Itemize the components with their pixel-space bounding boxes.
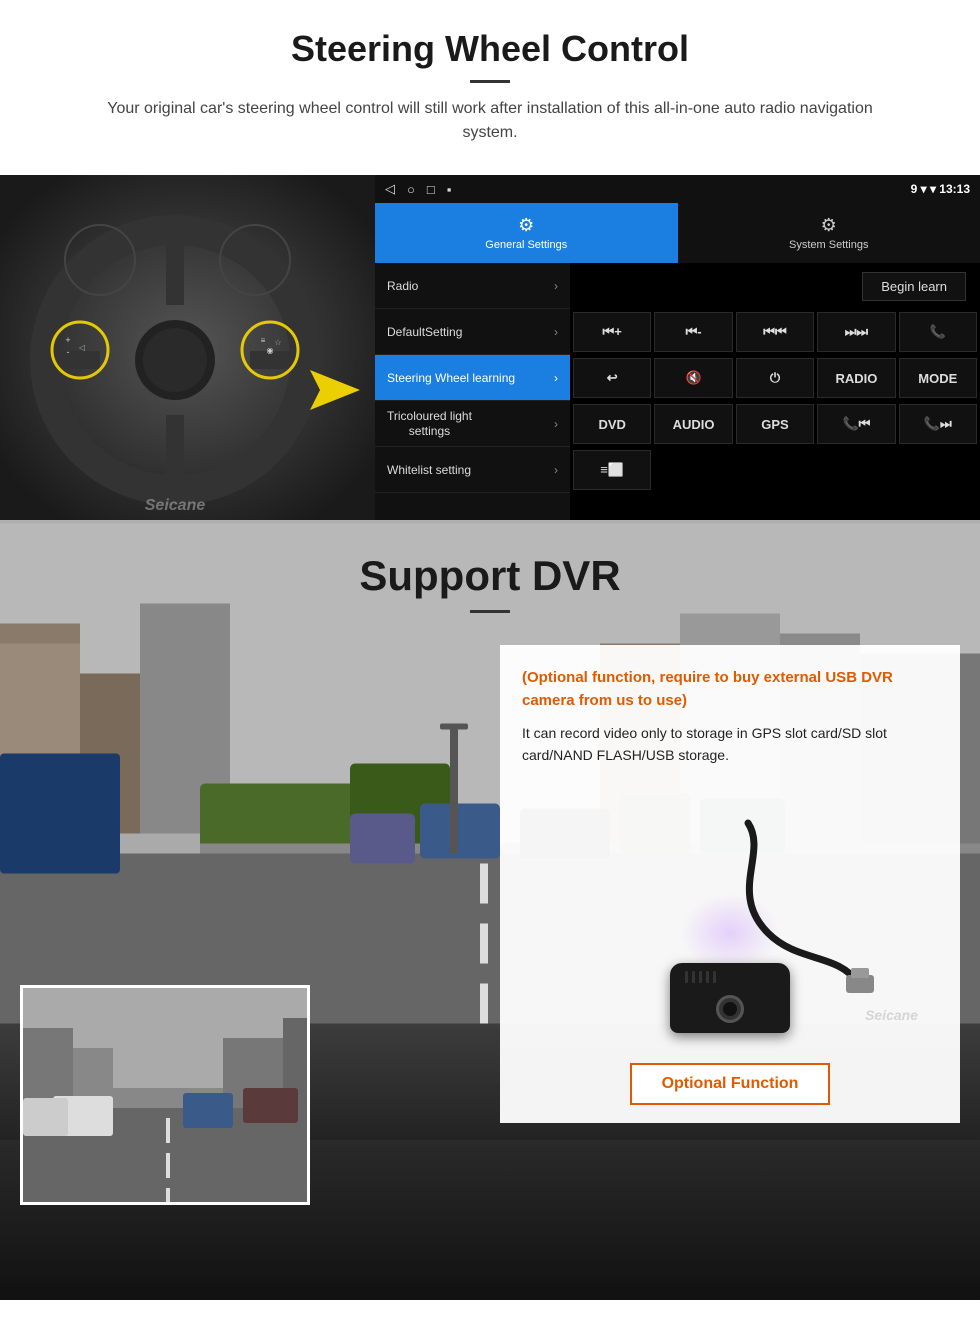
- dvr-title-area: Support DVR: [0, 520, 980, 625]
- signal-icon: 9 ▾: [911, 182, 930, 196]
- ctrl-btn-next[interactable]: ⏭⏭: [817, 312, 895, 352]
- ctrl-btn-power[interactable]: ⏻: [736, 358, 814, 398]
- title-divider: [470, 80, 510, 83]
- system-settings-icon: ⚙: [821, 215, 837, 236]
- steering-photo: + - ◁ ≡ ◉ ☆ Seicane: [0, 175, 375, 520]
- menu-item-radio[interactable]: Radio ›: [375, 263, 570, 309]
- begin-learn-button[interactable]: Begin learn: [862, 272, 966, 301]
- menu-default-label: DefaultSetting: [387, 325, 462, 339]
- svg-text:≡: ≡: [261, 336, 266, 345]
- ctrl-btn-call-prev[interactable]: 📞⏮: [817, 404, 895, 444]
- tab-system-label: System Settings: [789, 239, 868, 251]
- dvr-left: [20, 645, 480, 1205]
- android-content: Radio › DefaultSetting › Steering Wheel …: [375, 263, 980, 520]
- nav-menu-icon[interactable]: ▪: [447, 182, 452, 197]
- camera-body: [670, 963, 790, 1033]
- svg-text:◉: ◉: [267, 346, 274, 355]
- menu-item-tricolour[interactable]: Tricoloured lightsettings ›: [375, 401, 570, 447]
- ctrl-btn-vol-down[interactable]: ⏮-: [654, 312, 732, 352]
- ctrl-row-3: DVD AUDIO GPS 📞⏮ 📞⏭: [570, 401, 980, 447]
- ctrl-btn-gps[interactable]: GPS: [736, 404, 814, 444]
- android-tabs: ⚙ General Settings ⚙ System Settings: [375, 203, 980, 263]
- general-settings-icon: ⚙: [518, 215, 534, 236]
- ctrl-btn-vol-up[interactable]: ⏮+: [573, 312, 651, 352]
- ctrl-btn-prev[interactable]: ⏮⏮: [736, 312, 814, 352]
- menu-item-whitelist[interactable]: Whitelist setting ›: [375, 447, 570, 493]
- section1-subtitle: Your original car's steering wheel contr…: [80, 97, 900, 145]
- dvr-right: (Optional function, require to buy exter…: [500, 645, 960, 1205]
- dvr-desc-text: It can record video only to storage in G…: [522, 722, 938, 767]
- dvr-title-divider: [470, 610, 510, 613]
- menu-item-steering[interactable]: Steering Wheel learning ›: [375, 355, 570, 401]
- android-ui: ◁ ○ □ ▪ 9 ▾ ▾ 13:13 ⚙ General Settings: [375, 175, 980, 520]
- camera-lens: [716, 995, 744, 1023]
- dvr-optional-text: (Optional function, require to buy exter…: [522, 667, 938, 712]
- dvr-info-card: (Optional function, require to buy exter…: [500, 645, 960, 1123]
- menu-radio-label: Radio: [387, 279, 418, 293]
- svg-text:☆: ☆: [274, 338, 281, 347]
- dvr-title: Support DVR: [20, 552, 960, 600]
- ctrl-btn-hangup[interactable]: ↩: [573, 358, 651, 398]
- section1-title-area: Steering Wheel Control Your original car…: [0, 0, 980, 175]
- wifi-icon: ▾: [930, 182, 939, 196]
- nav-back-icon[interactable]: ◁: [385, 181, 395, 197]
- optional-function-button[interactable]: Optional Function: [630, 1063, 831, 1105]
- control-panel: Begin learn ⏮+ ⏮- ⏮⏮ ⏭⏭ 📞 ↩ 🔇 ⏻: [570, 263, 980, 520]
- nav-recent-icon[interactable]: □: [427, 182, 435, 197]
- ctrl-btn-mute[interactable]: 🔇: [654, 358, 732, 398]
- svg-text:◁: ◁: [79, 343, 86, 352]
- section1-title: Steering Wheel Control: [20, 28, 960, 70]
- dvr-small-preview: [20, 985, 310, 1205]
- menu-default-arrow: ›: [554, 325, 558, 339]
- status-time: 13:13: [939, 182, 970, 196]
- svg-text:-: -: [67, 347, 70, 357]
- android-statusbar: ◁ ○ □ ▪ 9 ▾ ▾ 13:13: [375, 175, 980, 203]
- ctrl-btn-call[interactable]: 📞: [899, 312, 977, 352]
- menu-steering-label: Steering Wheel learning: [387, 371, 515, 385]
- ctrl-row-1: ⏮+ ⏮- ⏮⏮ ⏭⏭ 📞: [570, 309, 980, 355]
- steering-demo: + - ◁ ≡ ◉ ☆ Seicane ◁ ○ □: [0, 175, 980, 520]
- ctrl-row-2: ↩ 🔇 ⏻ RADIO MODE: [570, 355, 980, 401]
- preview-scene-svg: [23, 988, 310, 1205]
- nav-home-icon[interactable]: ○: [407, 182, 415, 197]
- menu-tricolour-arrow: ›: [554, 417, 558, 431]
- ctrl-btn-mode[interactable]: MODE: [899, 358, 977, 398]
- ctrl-btn-dvd[interactable]: DVD: [573, 404, 651, 444]
- dvr-camera-area: Seicane: [522, 783, 938, 1043]
- ctrl-row-4: ≡⬜: [570, 447, 980, 493]
- menu-whitelist-arrow: ›: [554, 463, 558, 477]
- menu-radio-arrow: ›: [554, 279, 558, 293]
- tab-general-label: General Settings: [485, 239, 567, 251]
- menu-list: Radio › DefaultSetting › Steering Wheel …: [375, 263, 570, 520]
- svg-text:+: +: [65, 335, 70, 345]
- steering-wheel-svg: + - ◁ ≡ ◉ ☆ Seicane: [0, 175, 375, 520]
- steering-wheel-section: Steering Wheel Control Your original car…: [0, 0, 980, 520]
- tab-system[interactable]: ⚙ System Settings: [678, 203, 980, 263]
- svg-text:Seicane: Seicane: [145, 497, 206, 514]
- ctrl-btn-call-next[interactable]: 📞⏭: [899, 404, 977, 444]
- begin-learn-row: Begin learn: [570, 263, 980, 309]
- ctrl-btn-radio[interactable]: RADIO: [817, 358, 895, 398]
- dvr-seicane-watermark: Seicane: [865, 1007, 918, 1023]
- menu-whitelist-label: Whitelist setting: [387, 463, 471, 477]
- ctrl-btn-menu[interactable]: ≡⬜: [573, 450, 651, 490]
- dvr-main: (Optional function, require to buy exter…: [0, 625, 980, 1225]
- menu-steering-arrow: ›: [554, 371, 558, 385]
- tab-general[interactable]: ⚙ General Settings: [375, 203, 678, 263]
- menu-item-default[interactable]: DefaultSetting ›: [375, 309, 570, 355]
- menu-tricolour-label: Tricoloured lightsettings: [387, 409, 472, 438]
- dvr-section: Support DVR: [0, 520, 980, 1300]
- ctrl-btn-audio[interactable]: AUDIO: [654, 404, 732, 444]
